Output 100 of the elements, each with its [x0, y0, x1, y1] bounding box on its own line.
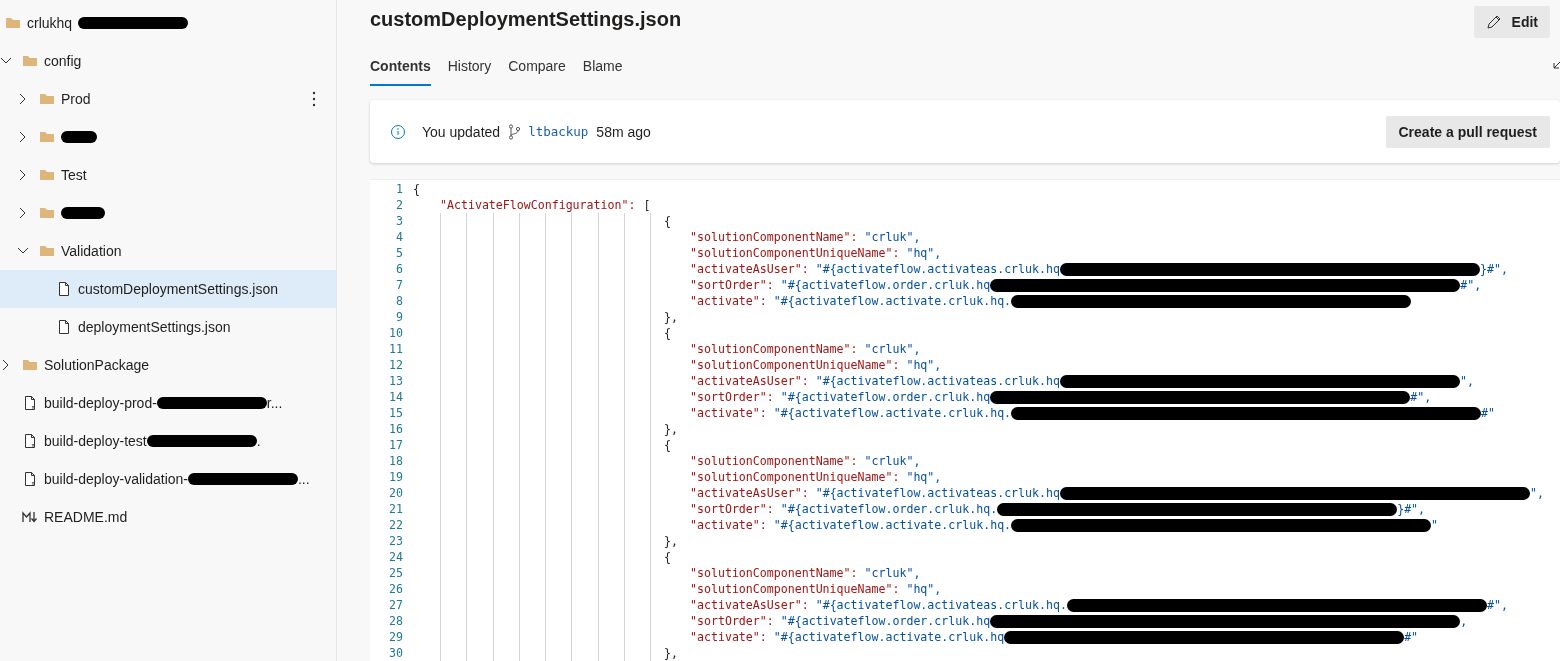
- code-punctuation: [: [643, 198, 651, 212]
- code-punctuation: ": [1431, 518, 1439, 532]
- more-options-icon[interactable]: [312, 91, 316, 107]
- code-punctuation: ,: [913, 454, 921, 468]
- code-key: "ActivateFlowConfiguration":: [440, 198, 636, 212]
- tree-item-label: ...: [298, 471, 310, 487]
- tree-row[interactable]: SolutionPackage: [0, 346, 336, 384]
- code-punctuation: ,: [934, 582, 942, 596]
- tab[interactable]: Blame: [582, 52, 623, 86]
- code-key: "solutionComponentName":: [690, 454, 858, 468]
- banner-time: 58m ago: [596, 123, 651, 140]
- line-number: 28: [388, 614, 404, 628]
- code-punctuation: },: [664, 646, 678, 660]
- folder-icon: [39, 167, 55, 183]
- tree-row[interactable]: Prod: [0, 80, 336, 118]
- code-punctuation: {: [664, 326, 671, 340]
- line-number: 16: [388, 422, 404, 436]
- code-punctuation: {: [664, 550, 671, 564]
- folder-icon: [22, 53, 38, 69]
- tree-row[interactable]: customDeploymentSettings.json: [0, 270, 336, 308]
- tree-row[interactable]: deploymentSettings.json: [0, 308, 336, 346]
- tree-item-label: build-deploy-test: [44, 433, 147, 449]
- code-punctuation: ,: [1460, 614, 1468, 628]
- code-value: "crluk": [864, 342, 914, 356]
- tree-row[interactable]: build-deploy-prod- r...: [0, 384, 336, 422]
- tree-item-label: deploymentSettings.json: [78, 319, 231, 335]
- tree-item-label: build-deploy-validation-: [44, 471, 188, 487]
- code-punctuation: ,: [913, 230, 921, 244]
- line-number: 20: [388, 486, 404, 500]
- line-number: 3: [395, 214, 404, 228]
- folder-icon: [39, 243, 55, 259]
- tree-row[interactable]: Validation: [0, 232, 336, 270]
- line-number: 6: [395, 262, 404, 276]
- line-number: 29: [388, 630, 404, 644]
- line-number: 9: [395, 310, 404, 324]
- banner-text: You updated: [422, 123, 501, 140]
- tree-item-label: SolutionPackage: [44, 357, 150, 373]
- line-number: 21: [388, 502, 404, 516]
- code-value: "hq": [906, 582, 935, 596]
- tab[interactable]: Compare: [508, 52, 566, 86]
- tree-row[interactable]: build-deploy-validation- ...: [0, 460, 336, 498]
- line-number: 11: [388, 342, 404, 356]
- file-title: customDeploymentSettings.json: [370, 7, 682, 31]
- code-key: "sortOrder":: [690, 502, 774, 516]
- code-punctuation: ,: [913, 342, 921, 356]
- code-punctuation: #",: [1410, 390, 1432, 404]
- code-value: "crluk": [864, 230, 914, 244]
- code-value: "hq": [906, 358, 935, 372]
- line-number: 18: [388, 454, 404, 468]
- code-punctuation: {: [413, 182, 420, 196]
- code-value: "#{activateflow.order.crluk.hq.: [780, 502, 998, 516]
- code-key: "sortOrder":: [690, 278, 774, 292]
- line-number: 23: [388, 534, 404, 548]
- create-pull-request-button[interactable]: Create a pull request: [1385, 115, 1550, 148]
- tree-item-label: customDeploymentSettings.json: [78, 281, 278, 297]
- line-number: 17: [388, 438, 404, 452]
- folder-icon: [5, 15, 21, 31]
- code-punctuation: },: [664, 310, 678, 324]
- code-punctuation: ,: [934, 470, 942, 484]
- tab[interactable]: History: [447, 52, 492, 86]
- tree-item-label: README.md: [44, 509, 128, 525]
- line-number: 8: [395, 294, 404, 308]
- file-icon: [56, 281, 72, 297]
- line-number: 5: [395, 246, 404, 260]
- code-value: "#{activateflow.order.crluk.hq: [780, 390, 991, 404]
- line-number: 26: [388, 582, 404, 596]
- line-number: 1: [395, 182, 404, 196]
- code-key: "activateAsUser":: [690, 486, 809, 500]
- code-punctuation: #": [1481, 406, 1496, 420]
- code-key: "solutionComponentUniqueName":: [690, 246, 900, 260]
- line-number: 10: [388, 326, 404, 340]
- code-value: "crluk": [864, 566, 914, 580]
- code-punctuation: ",: [1530, 486, 1544, 500]
- code-punctuation: },: [664, 422, 678, 436]
- line-number: 30: [388, 646, 404, 660]
- code-value: "#{activateflow.activateas.crluk.hq.: [815, 598, 1067, 612]
- tree-row[interactable]: build-deploy-test .: [0, 422, 336, 460]
- branch-link[interactable]: ltbackup: [528, 124, 589, 139]
- line-number: 25: [388, 566, 404, 580]
- line-number: 2: [395, 198, 404, 212]
- code-value: "#{activateflow.activate.crluk.hq.: [773, 518, 1012, 532]
- tree-row[interactable]: Test: [0, 156, 336, 194]
- code-key: "solutionComponentName":: [690, 230, 858, 244]
- tab[interactable]: Contents: [370, 52, 431, 86]
- line-number: 24: [388, 550, 404, 564]
- folder-icon: [39, 129, 55, 145]
- code-value: "hq": [906, 246, 935, 260]
- tree-row[interactable]: config: [0, 42, 336, 80]
- edit-button[interactable]: Edit: [1473, 6, 1550, 38]
- info-icon: [390, 123, 406, 140]
- code-key: "solutionComponentName":: [690, 566, 858, 580]
- tree-item-label: config: [44, 53, 82, 69]
- repository-name[interactable]: crlukhq: [27, 15, 73, 31]
- collapse-arrow-icon[interactable]: [1553, 60, 1560, 69]
- code-value: "#{activateflow.activateas.crluk.hq: [815, 374, 1060, 388]
- tree-row[interactable]: README.md: [0, 498, 336, 536]
- code-punctuation: ",: [1460, 374, 1474, 388]
- tree-item-label: r...: [266, 395, 283, 411]
- code-punctuation: ,: [934, 246, 942, 260]
- tree-item-label: .: [256, 433, 261, 449]
